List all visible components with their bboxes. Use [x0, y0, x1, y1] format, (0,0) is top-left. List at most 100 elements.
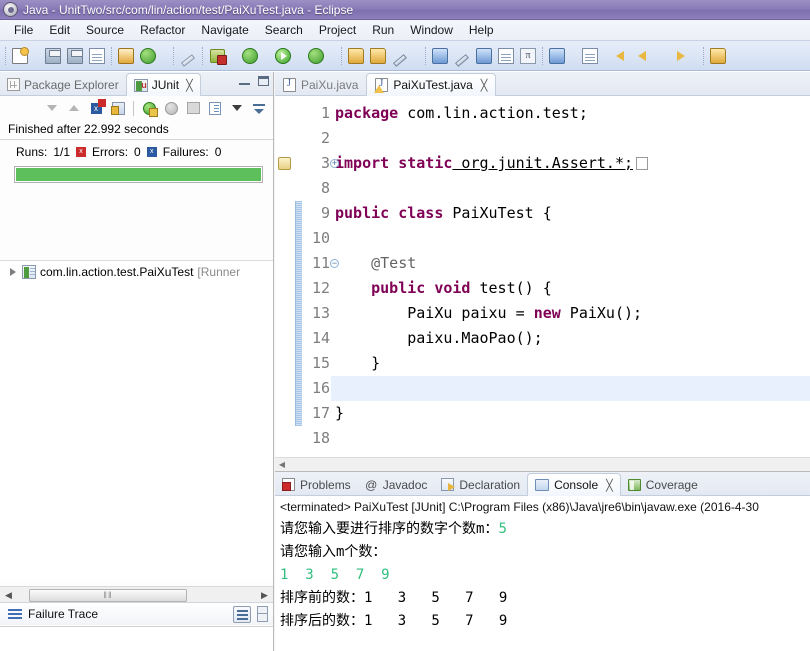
menu-help[interactable]: Help [461, 21, 502, 39]
run-button[interactable] [272, 45, 294, 67]
menu-navigate[interactable]: Navigate [193, 21, 256, 39]
forward-button[interactable] [667, 45, 689, 67]
rerun-failed-button[interactable] [161, 98, 181, 118]
menu-source[interactable]: Source [78, 21, 132, 39]
refresh-dropdown[interactable] [159, 45, 170, 67]
junit-minimize-button[interactable] [249, 98, 269, 118]
test-run-history-button[interactable] [205, 98, 225, 118]
previous-failure-button[interactable] [64, 98, 84, 118]
code-line[interactable] [335, 126, 810, 151]
code-text[interactable]: package com.lin.action.test; import stati… [335, 97, 810, 471]
menu-window[interactable]: Window [402, 21, 461, 39]
code-line[interactable] [335, 376, 810, 401]
code-line[interactable]: paixu.MaoPao(); [335, 326, 810, 351]
maximize-icon[interactable] [258, 76, 269, 86]
backward-history-dropdown[interactable] [656, 45, 667, 67]
run-external-tools-dropdown[interactable] [327, 45, 338, 67]
scroll-left-icon[interactable]: ◀ [0, 588, 17, 603]
tab-console[interactable]: Console ╳ [527, 473, 621, 496]
open-type-button[interactable] [345, 45, 367, 67]
tree-item[interactable]: com.lin.action.test.PaiXuTest [Runner [0, 261, 273, 283]
menu-file[interactable]: File [6, 21, 41, 39]
next-annotation-dropdown[interactable] [568, 45, 579, 67]
code-line[interactable] [335, 426, 810, 451]
code-line[interactable] [335, 226, 810, 251]
open-perspective-button[interactable] [707, 45, 729, 67]
warning-marker-icon[interactable] [278, 157, 291, 170]
next-annotation-button[interactable] [546, 45, 568, 67]
code-editor[interactable]: 1 2 3 8 9 10 11 12 13 14 15 16 17 18 package com.lin.… [275, 97, 810, 471]
tab-package-explorer[interactable]: Package Explorer [0, 74, 126, 95]
junit-horizontal-scrollbar[interactable]: ◀ ‖‖ ▶ [0, 586, 273, 603]
minimize-icon[interactable] [239, 77, 250, 85]
scroll-right-icon[interactable]: ▶ [256, 588, 273, 603]
scroll-thumb[interactable]: ‖‖ [29, 588, 187, 602]
code-area[interactable]: 1 2 3 8 9 10 11 12 13 14 15 16 17 18 package com.lin.… [275, 97, 810, 471]
code-line[interactable]: PaiXu paixu = new PaiXu(); [335, 301, 810, 326]
code-line[interactable] [335, 176, 810, 201]
stop-button[interactable] [183, 98, 203, 118]
debug-button[interactable] [206, 45, 228, 67]
new-package-dropdown[interactable] [411, 45, 422, 67]
fold-expand-icon[interactable]: + [330, 159, 339, 168]
coverage-button[interactable] [239, 45, 261, 67]
skip-breakpoints-button[interactable] [177, 45, 199, 67]
new-java-project-button[interactable] [367, 45, 389, 67]
tab-problems[interactable]: Problems [275, 474, 358, 495]
menu-project[interactable]: Project [311, 21, 364, 39]
code-line[interactable]: package com.lin.action.test; [335, 101, 810, 126]
new-document-button[interactable] [9, 45, 31, 67]
back-button[interactable] [612, 45, 634, 67]
menu-search[interactable]: Search [257, 21, 311, 39]
forward-dropdown[interactable] [689, 45, 700, 67]
save-all-button[interactable] [64, 45, 86, 67]
previous-annotation-dropdown[interactable] [601, 45, 612, 67]
annotation-gutter[interactable] [275, 97, 295, 457]
tab-declaration[interactable]: Declaration [434, 474, 527, 495]
code-line[interactable]: } [335, 351, 810, 376]
scroll-lock-button[interactable] [108, 98, 128, 118]
code-line[interactable]: } [335, 401, 810, 426]
rerun-test-button[interactable] [139, 98, 159, 118]
close-icon[interactable]: ╳ [481, 79, 488, 92]
tab-junit[interactable]: JUnit ╳ [125, 73, 201, 96]
junit-view-menu-button[interactable] [227, 98, 247, 118]
search-button[interactable] [429, 45, 451, 67]
junit-test-tree[interactable]: com.lin.action.test.PaiXuTest [Runner [0, 260, 273, 581]
filter-icon[interactable] [233, 606, 251, 623]
refresh-button[interactable] [137, 45, 159, 67]
menu-run[interactable]: Run [364, 21, 402, 39]
print-button[interactable] [86, 45, 108, 67]
editor-horizontal-scrollbar[interactable]: ◀ [275, 457, 810, 471]
build-all-button[interactable] [115, 45, 137, 67]
code-line[interactable]: public class PaiXuTest { [335, 201, 810, 226]
console-output[interactable]: 请您输入要进行排序的数字个数m：5 请您输入m个数： 1 3 5 7 9 排序前的数：… [275, 516, 810, 633]
code-line[interactable]: @Test [335, 251, 810, 276]
new-package-button[interactable] [389, 45, 411, 67]
view-menu-icon[interactable] [255, 606, 268, 623]
scroll-left-icon[interactable]: ◀ [275, 460, 289, 469]
next-failure-button[interactable] [42, 98, 62, 118]
tab-coverage[interactable]: Coverage [621, 474, 705, 495]
save-button[interactable] [42, 45, 64, 67]
tab-paixutest-java[interactable]: PaiXuTest.java ╳ [366, 73, 497, 96]
menu-edit[interactable]: Edit [41, 21, 78, 39]
tab-javadoc[interactable]: @ Javadoc [358, 474, 435, 495]
coverage-dropdown[interactable] [261, 45, 272, 67]
pi-button[interactable]: π [517, 45, 539, 67]
collapsed-import-box[interactable] [636, 157, 649, 170]
menu-refactor[interactable]: Refactor [132, 21, 193, 39]
toggle-mark-occurrences-button[interactable] [473, 45, 495, 67]
tab-paixu-java[interactable]: PaiXu.java [275, 74, 366, 95]
debug-dropdown[interactable] [228, 45, 239, 67]
fold-collapse-icon[interactable]: − [330, 259, 339, 268]
code-line[interactable]: import static org.junit.Assert.*; [335, 151, 810, 176]
close-icon[interactable]: ╳ [606, 479, 613, 492]
run-external-tools-button[interactable] [305, 45, 327, 67]
backward-history-button[interactable] [634, 45, 656, 67]
show-whitespace-button[interactable] [495, 45, 517, 67]
new-document-dropdown[interactable] [31, 45, 42, 67]
link-button[interactable] [451, 45, 473, 67]
close-icon[interactable]: ╳ [186, 79, 193, 92]
run-dropdown[interactable] [294, 45, 305, 67]
